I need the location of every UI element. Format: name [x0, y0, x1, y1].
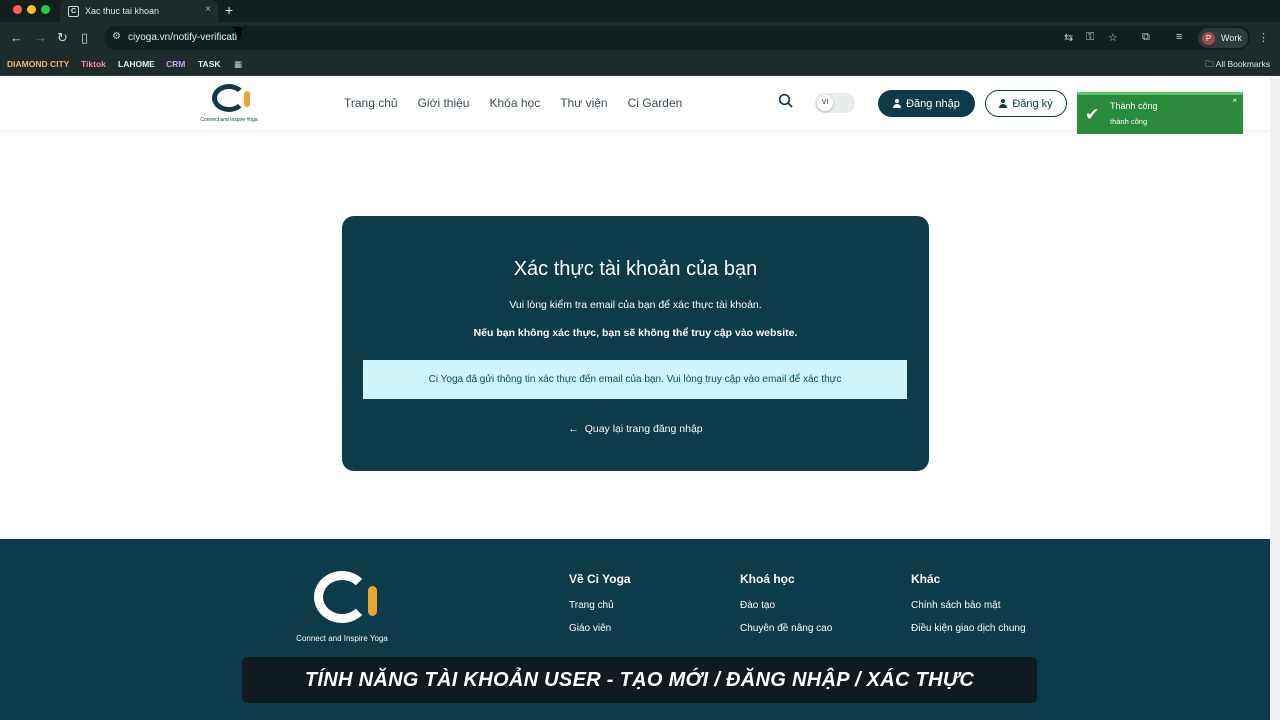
site-info-icon[interactable]: ⚙: [112, 31, 121, 42]
bookmark-lahome[interactable]: LAHOME: [115, 58, 158, 70]
verification-card: Xác thực tài khoản của bạn Vui lòng kiểm…: [342, 216, 929, 471]
register-label: Đăng ký: [1012, 97, 1053, 110]
nav-item-about[interactable]: Giới thiệu: [418, 96, 470, 110]
toast-close-icon[interactable]: ×: [1232, 96, 1237, 105]
login-label: Đăng nhập: [906, 97, 960, 110]
main-nav: Trang chủ Giới thiệu Khóa học Thư viện C…: [344, 96, 682, 110]
close-window-button[interactable]: [13, 5, 22, 14]
login-button[interactable]: Đăng nhập: [878, 90, 975, 117]
user-icon: [893, 99, 902, 108]
footer-heading: Khoá học: [740, 572, 795, 586]
menu-dots-icon[interactable]: ⋮: [1258, 31, 1269, 44]
video-caption: TÍNH NĂNG TÀI KHOẢN USER - TẠO MỚI / ĐĂN…: [242, 657, 1037, 703]
browser-tab-active[interactable]: C Xac thuc tai khoan ×: [60, 0, 218, 22]
bookmark-tiktok[interactable]: Tiktok: [78, 58, 109, 70]
zoom-window-button[interactable]: [41, 5, 50, 14]
nav-item-ci-garden[interactable]: Ci Garden: [628, 96, 683, 110]
card-warning: Nếu bạn không xác thực, bạn sẽ không thể…: [473, 327, 798, 339]
back-link-label: Quay lại trang đăng nhập: [584, 423, 703, 435]
footer-logo-tagline: Connect and Inspire Yoga: [296, 634, 388, 643]
page-scrollbar[interactable]: [1270, 78, 1280, 720]
success-toast: ✔ Thành công thành công ×: [1077, 92, 1243, 134]
reading-list-icon[interactable]: ≡: [1176, 31, 1182, 43]
reload-icon[interactable]: ↻: [57, 30, 68, 46]
site-logo[interactable]: Connect and Inspire Yoga: [200, 84, 258, 124]
site-favicon-icon: C: [68, 5, 79, 17]
toast-title: Thành công: [1110, 101, 1158, 111]
footer-logo[interactable]: Connect and Inspire Yoga: [288, 571, 396, 643]
forward-arrow-icon[interactable]: →: [34, 30, 47, 45]
card-subtitle: Vui lòng kiểm tra email của bạn để xác t…: [509, 299, 762, 311]
bookmark-star-icon[interactable]: ☆: [1108, 31, 1118, 44]
checkmark-icon: ✔: [1085, 105, 1100, 124]
browser-tab-bar: C Xac thuc tai khoan × +: [0, 0, 1280, 22]
browser-toolbar: ← → ↻ ▯ ⚙ ciyoga.vn/notify-verificati ⇆ …: [0, 22, 1280, 54]
arrow-left-icon: ←: [568, 423, 585, 435]
avatar: P: [1202, 31, 1215, 45]
register-button[interactable]: Đăng ký: [985, 90, 1067, 117]
all-bookmarks-label: All Bookmarks: [1215, 59, 1270, 69]
logo-tagline: Connect and Inspire Yoga: [200, 117, 258, 123]
footer-column-about: Về Ci Yoga Trang chủ Giáo viên: [569, 572, 631, 646]
ci-logo-icon: [212, 84, 250, 112]
nav-item-courses[interactable]: Khóa học: [489, 96, 540, 110]
translate-icon[interactable]: ⇆: [1064, 31, 1073, 44]
footer-link[interactable]: Chuyên đề nâng cao: [740, 623, 832, 634]
email-sent-notice: Ci Yoga đã gửi thông tin xác thực đến em…: [363, 360, 907, 399]
nav-item-home[interactable]: Trang chủ: [344, 96, 398, 110]
bookmark-diamond-city[interactable]: DIAMOND CITY: [4, 58, 72, 70]
language-label: VI: [817, 95, 833, 111]
search-icon[interactable]: [778, 93, 794, 109]
back-to-login-link[interactable]: ← Quay lại trang đăng nhập: [342, 423, 929, 435]
profile-button[interactable]: P Work: [1198, 28, 1248, 48]
password-key-icon[interactable]: ⚿: [1086, 31, 1094, 44]
language-toggle[interactable]: VI: [815, 93, 855, 113]
footer-link[interactable]: Giáo viên: [569, 623, 631, 634]
back-arrow-icon[interactable]: ←: [10, 30, 23, 45]
apps-grid-icon[interactable]: ▦: [231, 58, 245, 71]
url-text: ciyoga.vn/notify-verificati: [128, 32, 237, 43]
profile-label: Work: [1221, 33, 1242, 43]
footer-link[interactable]: Chính sách bảo mật: [911, 600, 1026, 611]
new-tab-button[interactable]: +: [225, 2, 233, 18]
sidebar-toggle-icon[interactable]: ▯: [81, 30, 88, 46]
bookmarks-bar: DIAMOND CITY Tiktok LAHOME CRM TASK ▦ 🗀 …: [0, 54, 1280, 76]
tab-close-icon[interactable]: ×: [205, 4, 211, 15]
footer-link[interactable]: Đào tạo: [740, 600, 832, 611]
bookmark-task[interactable]: TASK: [195, 58, 224, 70]
card-title: Xác thực tài khoản của bạn: [513, 258, 758, 280]
user-icon: [999, 99, 1008, 108]
toast-message: thành công: [1110, 117, 1148, 126]
minimize-window-button[interactable]: [27, 5, 36, 14]
footer-link[interactable]: Điều kiện giao dịch chung: [911, 623, 1026, 634]
footer-column-courses: Khoá học Đào tạo Chuyên đề nâng cao: [740, 572, 832, 646]
folder-icon: 🗀: [1205, 59, 1216, 69]
footer-column-other: Khác Chính sách bảo mật Điều kiện giao d…: [911, 572, 1026, 646]
all-bookmarks-button[interactable]: 🗀 All Bookmarks: [1205, 59, 1270, 73]
address-bar[interactable]: ⚙ ciyoga.vn/notify-verificati: [104, 26, 1250, 50]
footer-heading: Khác: [911, 572, 941, 586]
ci-logo-icon: [314, 571, 377, 623]
bookmark-crm[interactable]: CRM: [163, 58, 188, 70]
footer-link[interactable]: Trang chủ: [569, 600, 631, 611]
footer-heading: Về Ci Yoga: [569, 572, 631, 586]
extensions-icon[interactable]: ⧉: [1142, 31, 1150, 44]
tab-title: Xac thuc tai khoan: [85, 6, 160, 16]
nav-item-library[interactable]: Thư viện: [560, 96, 607, 110]
